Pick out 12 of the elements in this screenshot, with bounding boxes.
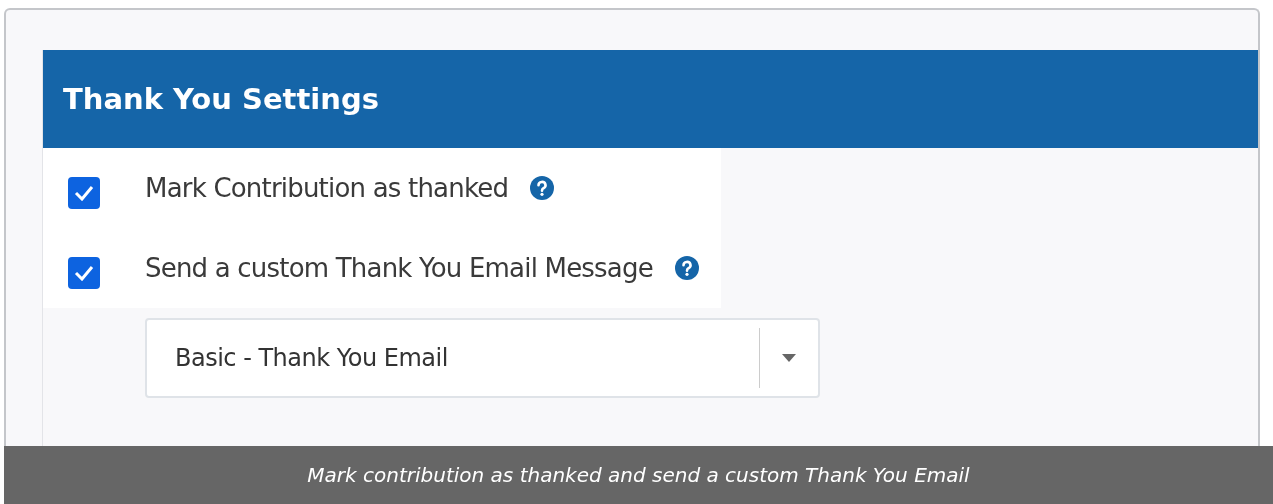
checkbox-label: Mark Contribution as thanked: [145, 173, 509, 203]
checkbox[interactable]: [68, 257, 100, 289]
checkbox[interactable]: [68, 177, 100, 209]
check-icon: [74, 265, 94, 281]
caret-icon: [782, 354, 796, 362]
panel-header: Thank You Settings: [43, 50, 1258, 148]
template-select[interactable]: Basic - Thank You Email: [145, 318, 820, 398]
check-icon: [74, 185, 94, 201]
help-icon[interactable]: [530, 176, 555, 200]
caption: Mark contribution as thanked and send a custom Thank You Email: [4, 446, 1273, 504]
help-icon[interactable]: [674, 256, 699, 280]
checkbox-label: Send a custom Thank You Email Message: [145, 253, 653, 283]
